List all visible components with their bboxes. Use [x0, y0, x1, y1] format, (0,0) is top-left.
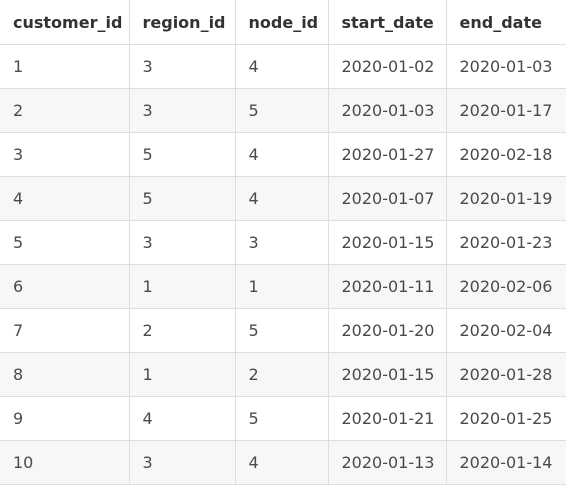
cell-end-date: 2020-01-17: [445, 88, 566, 133]
cell-customer-id: 4: [0, 176, 130, 221]
table-row: 1 3 4 2020-01-02 2020-01-03: [0, 44, 566, 89]
cell-start-date: 2020-01-02: [327, 44, 447, 89]
cell-start-date: 2020-01-20: [327, 308, 447, 353]
cell-customer-id: 8: [0, 352, 130, 397]
cell-customer-id: 9: [0, 396, 130, 441]
cell-node-id: 5: [234, 396, 329, 441]
column-header-end-date: end_date: [445, 0, 566, 45]
cell-node-id: 4: [234, 132, 329, 177]
cell-region-id: 1: [128, 264, 236, 309]
cell-region-id: 1: [128, 352, 236, 397]
table-row: 4 5 4 2020-01-07 2020-01-19: [0, 176, 566, 221]
table-row: 8 1 2 2020-01-15 2020-01-28: [0, 352, 566, 397]
cell-start-date: 2020-01-27: [327, 132, 447, 177]
cell-end-date: 2020-02-18: [445, 132, 566, 177]
table-row: 6 1 1 2020-01-11 2020-02-06: [0, 264, 566, 309]
cell-end-date: 2020-01-19: [445, 176, 566, 221]
cell-end-date: 2020-01-25: [445, 396, 566, 441]
column-header-region-id: region_id: [128, 0, 236, 45]
cell-start-date: 2020-01-07: [327, 176, 447, 221]
cell-start-date: 2020-01-15: [327, 220, 447, 265]
table-header-row: customer_id region_id node_id start_date…: [0, 0, 566, 45]
cell-node-id: 2: [234, 352, 329, 397]
cell-region-id: 3: [128, 220, 236, 265]
cell-start-date: 2020-01-15: [327, 352, 447, 397]
table-row: 2 3 5 2020-01-03 2020-01-17: [0, 88, 566, 133]
table-row: 10 3 4 2020-01-13 2020-01-14: [0, 440, 566, 485]
cell-region-id: 5: [128, 132, 236, 177]
cell-region-id: 3: [128, 88, 236, 133]
table-row: 3 5 4 2020-01-27 2020-02-18: [0, 132, 566, 177]
table-row: 9 4 5 2020-01-21 2020-01-25: [0, 396, 566, 441]
cell-customer-id: 5: [0, 220, 130, 265]
cell-customer-id: 3: [0, 132, 130, 177]
cell-customer-id: 7: [0, 308, 130, 353]
cell-region-id: 2: [128, 308, 236, 353]
data-table: customer_id region_id node_id start_date…: [0, 0, 566, 485]
cell-end-date: 2020-01-14: [445, 440, 566, 485]
cell-end-date: 2020-02-06: [445, 264, 566, 309]
cell-end-date: 2020-01-23: [445, 220, 566, 265]
table-row: 5 3 3 2020-01-15 2020-01-23: [0, 220, 566, 265]
cell-end-date: 2020-02-04: [445, 308, 566, 353]
cell-region-id: 3: [128, 440, 236, 485]
cell-node-id: 5: [234, 308, 329, 353]
cell-node-id: 1: [234, 264, 329, 309]
cell-start-date: 2020-01-13: [327, 440, 447, 485]
cell-node-id: 5: [234, 88, 329, 133]
cell-region-id: 3: [128, 44, 236, 89]
cell-customer-id: 6: [0, 264, 130, 309]
cell-region-id: 4: [128, 396, 236, 441]
cell-node-id: 4: [234, 44, 329, 89]
cell-start-date: 2020-01-03: [327, 88, 447, 133]
cell-node-id: 4: [234, 176, 329, 221]
column-header-start-date: start_date: [327, 0, 447, 45]
cell-start-date: 2020-01-11: [327, 264, 447, 309]
cell-end-date: 2020-01-28: [445, 352, 566, 397]
cell-customer-id: 1: [0, 44, 130, 89]
cell-customer-id: 2: [0, 88, 130, 133]
column-header-node-id: node_id: [234, 0, 329, 45]
cell-node-id: 4: [234, 440, 329, 485]
cell-start-date: 2020-01-21: [327, 396, 447, 441]
cell-node-id: 3: [234, 220, 329, 265]
cell-end-date: 2020-01-03: [445, 44, 566, 89]
column-header-customer-id: customer_id: [0, 0, 130, 45]
table-row: 7 2 5 2020-01-20 2020-02-04: [0, 308, 566, 353]
cell-customer-id: 10: [0, 440, 130, 485]
cell-region-id: 5: [128, 176, 236, 221]
